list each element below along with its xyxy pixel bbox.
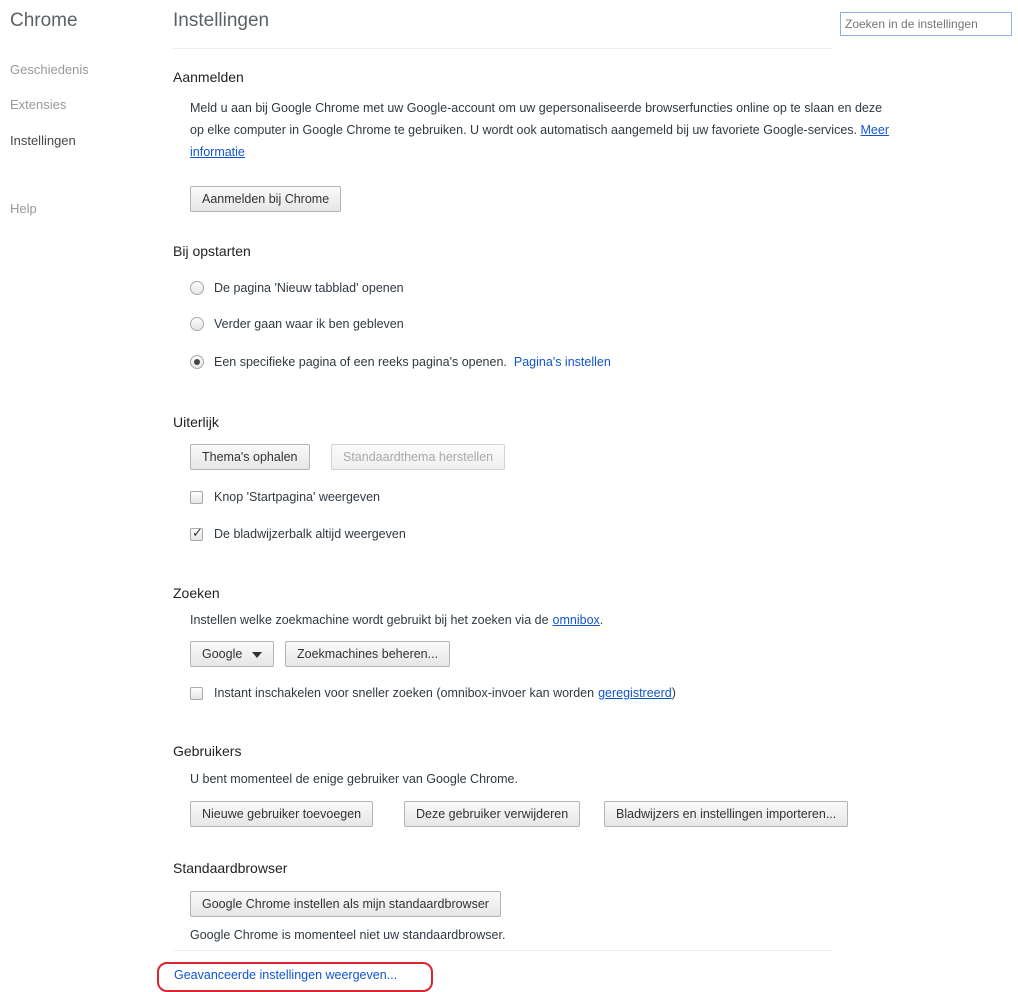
show-bookmarks-label: De bladwijzerbalk altijd weergeven [214, 527, 406, 541]
checkbox-show-home[interactable] [190, 490, 203, 504]
startup-option-label: De pagina 'Nieuw tabblad' openen [214, 281, 404, 295]
startup-option-label: Een specifieke pagina of een reeks pagin… [214, 355, 507, 369]
startup-option-newtab[interactable]: De pagina 'Nieuw tabblad' openen [190, 281, 404, 295]
page-title: Instellingen [173, 10, 270, 31]
signin-button[interactable]: Aanmelden bij Chrome [190, 186, 342, 212]
settings-main: Instellingen Aanmelden Meld u aan bij Go… [157, 0, 1018, 992]
instant-label: Instant inschakelen voor sneller zoeken … [214, 686, 595, 700]
users-description: U bent momenteel de enige gebruiker van … [190, 772, 518, 786]
radio-newtab[interactable] [190, 281, 204, 295]
startup-heading: Bij opstarten [173, 243, 251, 259]
search-engine-dropdown[interactable]: Google [190, 641, 275, 667]
signin-text: Meld u aan bij Google Chrome met uw Goog… [190, 101, 883, 137]
sidebar: Chrome Geschiedenis Extensies Instelling… [0, 0, 150, 989]
get-themes-button[interactable]: Thema's ophalen [190, 444, 310, 470]
search-heading: Zoeken [173, 585, 220, 601]
radio-specific[interactable] [190, 355, 204, 369]
startup-option-specific[interactable]: Een specifieke pagina of een reeks pagin… [190, 355, 611, 369]
search-engine-value: Google [202, 647, 243, 661]
chevron-down-icon [252, 651, 263, 658]
show-bookmarks-option[interactable]: De bladwijzerbalk altijd weergeven [190, 525, 406, 541]
search-text: Instellen welke zoekmachine wordt gebrui… [190, 613, 549, 627]
users-heading: Gebruikers [173, 743, 242, 759]
startup-option-continue[interactable]: Verder gaan waar ik ben gebleven [190, 317, 404, 331]
remove-user-button[interactable]: Deze gebruiker verwijderen [404, 801, 581, 827]
footer-divider [173, 950, 833, 951]
appearance-heading: Uiterlijk [173, 414, 219, 430]
default-browser-heading: Standaardbrowser [173, 860, 288, 876]
checkbox-instant[interactable] [190, 686, 203, 700]
default-browser-status: Google Chrome is momenteel niet uw stand… [190, 928, 506, 942]
checkbox-show-bookmarks[interactable] [190, 525, 203, 541]
sidebar-item-settings[interactable]: Instellingen [10, 133, 76, 148]
startup-option-label: Verder gaan waar ik ben gebleven [214, 317, 404, 331]
settings-search-input[interactable] [840, 12, 1012, 36]
import-bookmarks-button[interactable]: Bladwijzers en instellingen importeren..… [604, 801, 849, 827]
add-user-button[interactable]: Nieuwe gebruiker toevoegen [190, 801, 374, 827]
instant-option[interactable]: Instant inschakelen voor sneller zoeken … [190, 686, 676, 700]
manage-search-engines-button[interactable]: Zoekmachines beheren... [285, 641, 451, 667]
reset-theme-button[interactable]: Standaardthema herstellen [331, 444, 506, 470]
show-advanced-settings-link[interactable]: Geavanceerde instellingen weergeven... [174, 968, 397, 982]
signin-heading: Aanmelden [173, 69, 244, 85]
show-home-option[interactable]: Knop 'Startpagina' weergeven [190, 490, 380, 504]
sidebar-item-history[interactable]: Geschiedenis [10, 62, 89, 77]
header-divider [173, 48, 833, 49]
radio-continue[interactable] [190, 317, 204, 331]
show-home-label: Knop 'Startpagina' weergeven [214, 490, 380, 504]
sidebar-item-help[interactable]: Help [10, 201, 37, 216]
registered-link[interactable]: geregistreerd [598, 686, 672, 700]
advanced-settings-highlight: Geavanceerde instellingen weergeven... [157, 962, 433, 992]
signin-description: Meld u aan bij Google Chrome met uw Goog… [190, 97, 890, 163]
sidebar-brand: Chrome [10, 10, 78, 31]
omnibox-link[interactable]: omnibox [553, 613, 600, 627]
search-description: Instellen welke zoekmachine wordt gebrui… [190, 613, 604, 627]
set-pages-link[interactable]: Pagina's instellen [514, 355, 611, 369]
sidebar-item-extensions[interactable]: Extensies [10, 97, 66, 112]
set-default-browser-button[interactable]: Google Chrome instellen als mijn standaa… [190, 891, 501, 917]
